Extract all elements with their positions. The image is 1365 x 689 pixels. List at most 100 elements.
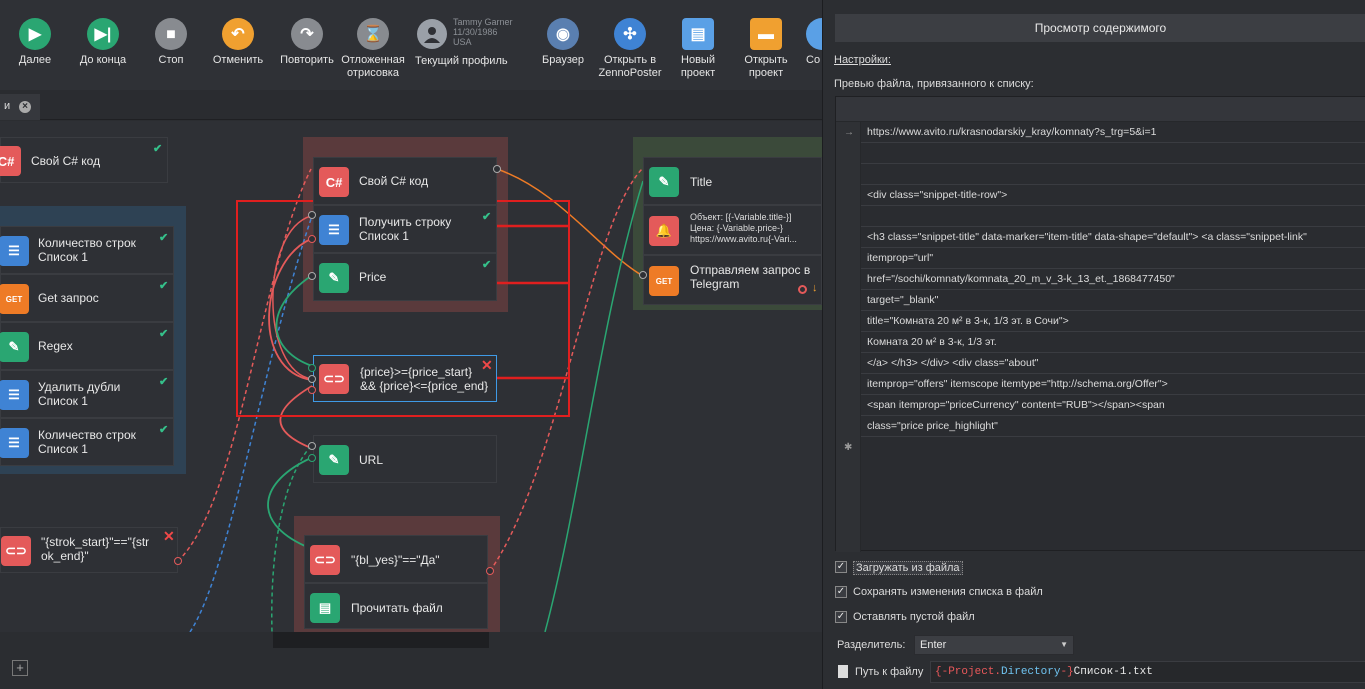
left-count-node-1[interactable]: ☰ Количество строк Список 1 ✔ [0, 226, 174, 274]
save-changes-label[interactable]: Сохранять изменения списка в файл [853, 586, 1043, 598]
error-x-icon: ✕ [481, 357, 493, 373]
new-file-icon: ▤ [682, 18, 714, 50]
connector-dot[interactable] [308, 454, 316, 462]
undo-icon: ↶ [222, 18, 254, 50]
save-icon [806, 18, 822, 50]
connector-dot[interactable] [308, 364, 316, 372]
grid-row[interactable]: Комната 20 м² в 3-к, 1/3 эт. [861, 332, 1365, 353]
grid-row[interactable]: https://www.avito.ru/krasnodarskiy_kray/… [861, 122, 1365, 143]
strok-condition-node[interactable]: ⊂⊃ "{strok_start}"=="{str ok_end}" ✕ [0, 527, 178, 573]
preview-label: Превью файла, привязанного к списку: [834, 78, 1034, 90]
grid-row[interactable] [861, 164, 1365, 185]
file-icon: ▤ [310, 593, 340, 623]
connector-dot[interactable] [308, 235, 316, 243]
file-path-input[interactable]: {-Project.Directory-}Список-1.txt [930, 661, 1365, 683]
folder-icon: ▬ [750, 18, 782, 50]
get-line-node[interactable]: ☰ Получить строку Список 1 ✔ [313, 205, 497, 253]
chevron-down-icon: ▼ [1060, 640, 1068, 649]
load-from-file-label[interactable]: Загружать из файла [853, 561, 963, 575]
grid-row[interactable]: <div class="snippet-title-row"> [861, 185, 1365, 206]
download-arrow-icon: ↓ [812, 282, 818, 294]
list-icon: ☰ [0, 236, 29, 266]
connector-dot[interactable] [639, 271, 647, 279]
price-node[interactable]: ✎ Price ✔ [313, 253, 497, 301]
connector-dot[interactable] [486, 567, 494, 575]
title-node[interactable]: ✎ Title [643, 157, 822, 205]
toggle-icon: ⊂⊃ [1, 536, 31, 566]
add-icon[interactable]: + [12, 660, 28, 676]
keep-empty-file-label[interactable]: Оставлять пустой файл [853, 611, 975, 623]
success-check-icon: ✔ [159, 232, 169, 244]
keep-empty-file-checkbox[interactable]: ✓ [835, 611, 847, 623]
connector-dot[interactable] [308, 386, 316, 394]
left-count-node-2[interactable]: ☰ Количество строк Список 1 ✔ [0, 418, 174, 466]
success-check-icon: ✔ [482, 211, 492, 223]
grid-row[interactable]: class="price price_highlight" [861, 416, 1365, 437]
file-preview-grid[interactable]: → https://www.avito.ru/krasnodarskiy_kra… [835, 96, 1365, 552]
csharp-icon: C# [319, 167, 349, 197]
get-request-icon: GET [649, 266, 679, 296]
connector-dot[interactable] [174, 557, 182, 565]
grid-row[interactable]: itemprop="offers" itemscope itemtype="ht… [861, 374, 1365, 395]
left-get-node[interactable]: GET Get запрос ✔ [0, 274, 174, 322]
csharp-icon: C# [0, 146, 21, 176]
redo-button[interactable]: ↷ Повторить [272, 18, 342, 67]
telegram-node[interactable]: GET Отправляем запрос в Telegram ↓ [643, 255, 822, 305]
avatar-icon [417, 19, 447, 49]
grid-row[interactable]: <h3 class="snippet-title" data-marker="i… [861, 227, 1365, 248]
grid-row[interactable]: itemprop="url" [861, 248, 1365, 269]
save-changes-checkbox[interactable]: ✓ [835, 586, 847, 598]
price-condition-node[interactable]: ⊂⊃ {price}>={price_start} && {price}<={p… [313, 355, 497, 402]
grid-row[interactable] [861, 206, 1365, 227]
content-preview-panel: Просмотр содержимого Настройки: Превью ф… [822, 0, 1365, 689]
left-dedupe-node[interactable]: ☰ Удалить дубли Список 1 ✔ [0, 370, 174, 418]
connector-dot[interactable] [308, 375, 316, 383]
bl-condition-node[interactable]: ⊂⊃ "{bl_yes}"=="Да" [304, 535, 488, 583]
load-from-file-checkbox[interactable]: ✓ [835, 561, 847, 573]
url-node[interactable]: ✎ URL [313, 435, 497, 483]
run-button[interactable]: ▶ Далее [0, 18, 70, 67]
panel-title: Просмотр содержимого [835, 14, 1365, 42]
connector-dot[interactable] [308, 272, 316, 280]
browser-button[interactable]: ◉ Браузер [528, 18, 598, 67]
stop-button[interactable]: ■ Стоп [136, 18, 206, 67]
run-to-end-button[interactable]: ▶| До конца [68, 18, 138, 67]
grid-row[interactable]: target="_blank" [861, 290, 1365, 311]
profile-meta: Tammy Garner 11/30/1986 USA [453, 17, 513, 47]
open-project-button[interactable]: ▬ Открыть проект [731, 18, 801, 80]
close-icon[interactable]: × [19, 101, 31, 113]
connector-dot[interactable] [308, 211, 316, 219]
horizontal-scrollbar[interactable] [273, 632, 489, 648]
separator-label: Разделитель: [837, 639, 906, 651]
tab-bar: и × [0, 90, 822, 120]
grid-row[interactable]: <span itemprop="priceCurrency" content="… [861, 395, 1365, 416]
grid-row-gutter [836, 97, 861, 552]
open-in-zennoposter-button[interactable]: ✣ Открыть в ZennoPoster [595, 18, 665, 80]
grid-header [836, 97, 1365, 122]
zennoposter-icon: ✣ [614, 18, 646, 50]
settings-link[interactable]: Настройки: [834, 54, 891, 66]
save-button[interactable]: Со [792, 18, 822, 67]
success-check-icon: ✔ [159, 376, 169, 388]
left-regex-node[interactable]: ✎ Regex ✔ [0, 322, 174, 370]
mid-csharp-node[interactable]: C# Свой C# код [313, 157, 497, 205]
grid-row[interactable]: title="Комната 20 м² в 3-к, 1/3 эт. в Со… [861, 311, 1365, 332]
connector-dot[interactable] [308, 442, 316, 450]
grid-row[interactable]: href="/sochi/komnaty/komnata_20_m_v_3-k_… [861, 269, 1365, 290]
new-project-button[interactable]: ▤ Новый проект [663, 18, 733, 80]
notification-node[interactable]: 🔔 Объект: [{-Variable.title-}] Цена: {-V… [643, 205, 822, 255]
toolbar: ▶ Далее ▶| До конца ■ Стоп ↶ Отменить ↷ … [0, 0, 822, 90]
connector-dot[interactable] [493, 165, 501, 173]
grid-row[interactable] [861, 143, 1365, 164]
left-csharp-node[interactable]: C# Свой C# код ✔ [0, 137, 168, 183]
grid-row[interactable]: </a> </h3> </div> <div class="about" [861, 353, 1365, 374]
separator-select[interactable]: Enter ▼ [914, 635, 1074, 655]
success-check-icon: ✔ [153, 143, 163, 155]
deferred-render-button[interactable]: ⌛ Отложенная отрисовка [338, 18, 408, 80]
undo-button[interactable]: ↶ Отменить [203, 18, 273, 67]
project-canvas[interactable]: C# Свой C# код ✔ ☰ Количество строк Спис… [0, 121, 822, 632]
file-icon [838, 665, 848, 678]
project-tab[interactable]: и × [0, 94, 40, 120]
current-row-arrow-icon: → [844, 127, 854, 138]
read-file-node[interactable]: ▤ Прочитать файл [304, 583, 488, 629]
